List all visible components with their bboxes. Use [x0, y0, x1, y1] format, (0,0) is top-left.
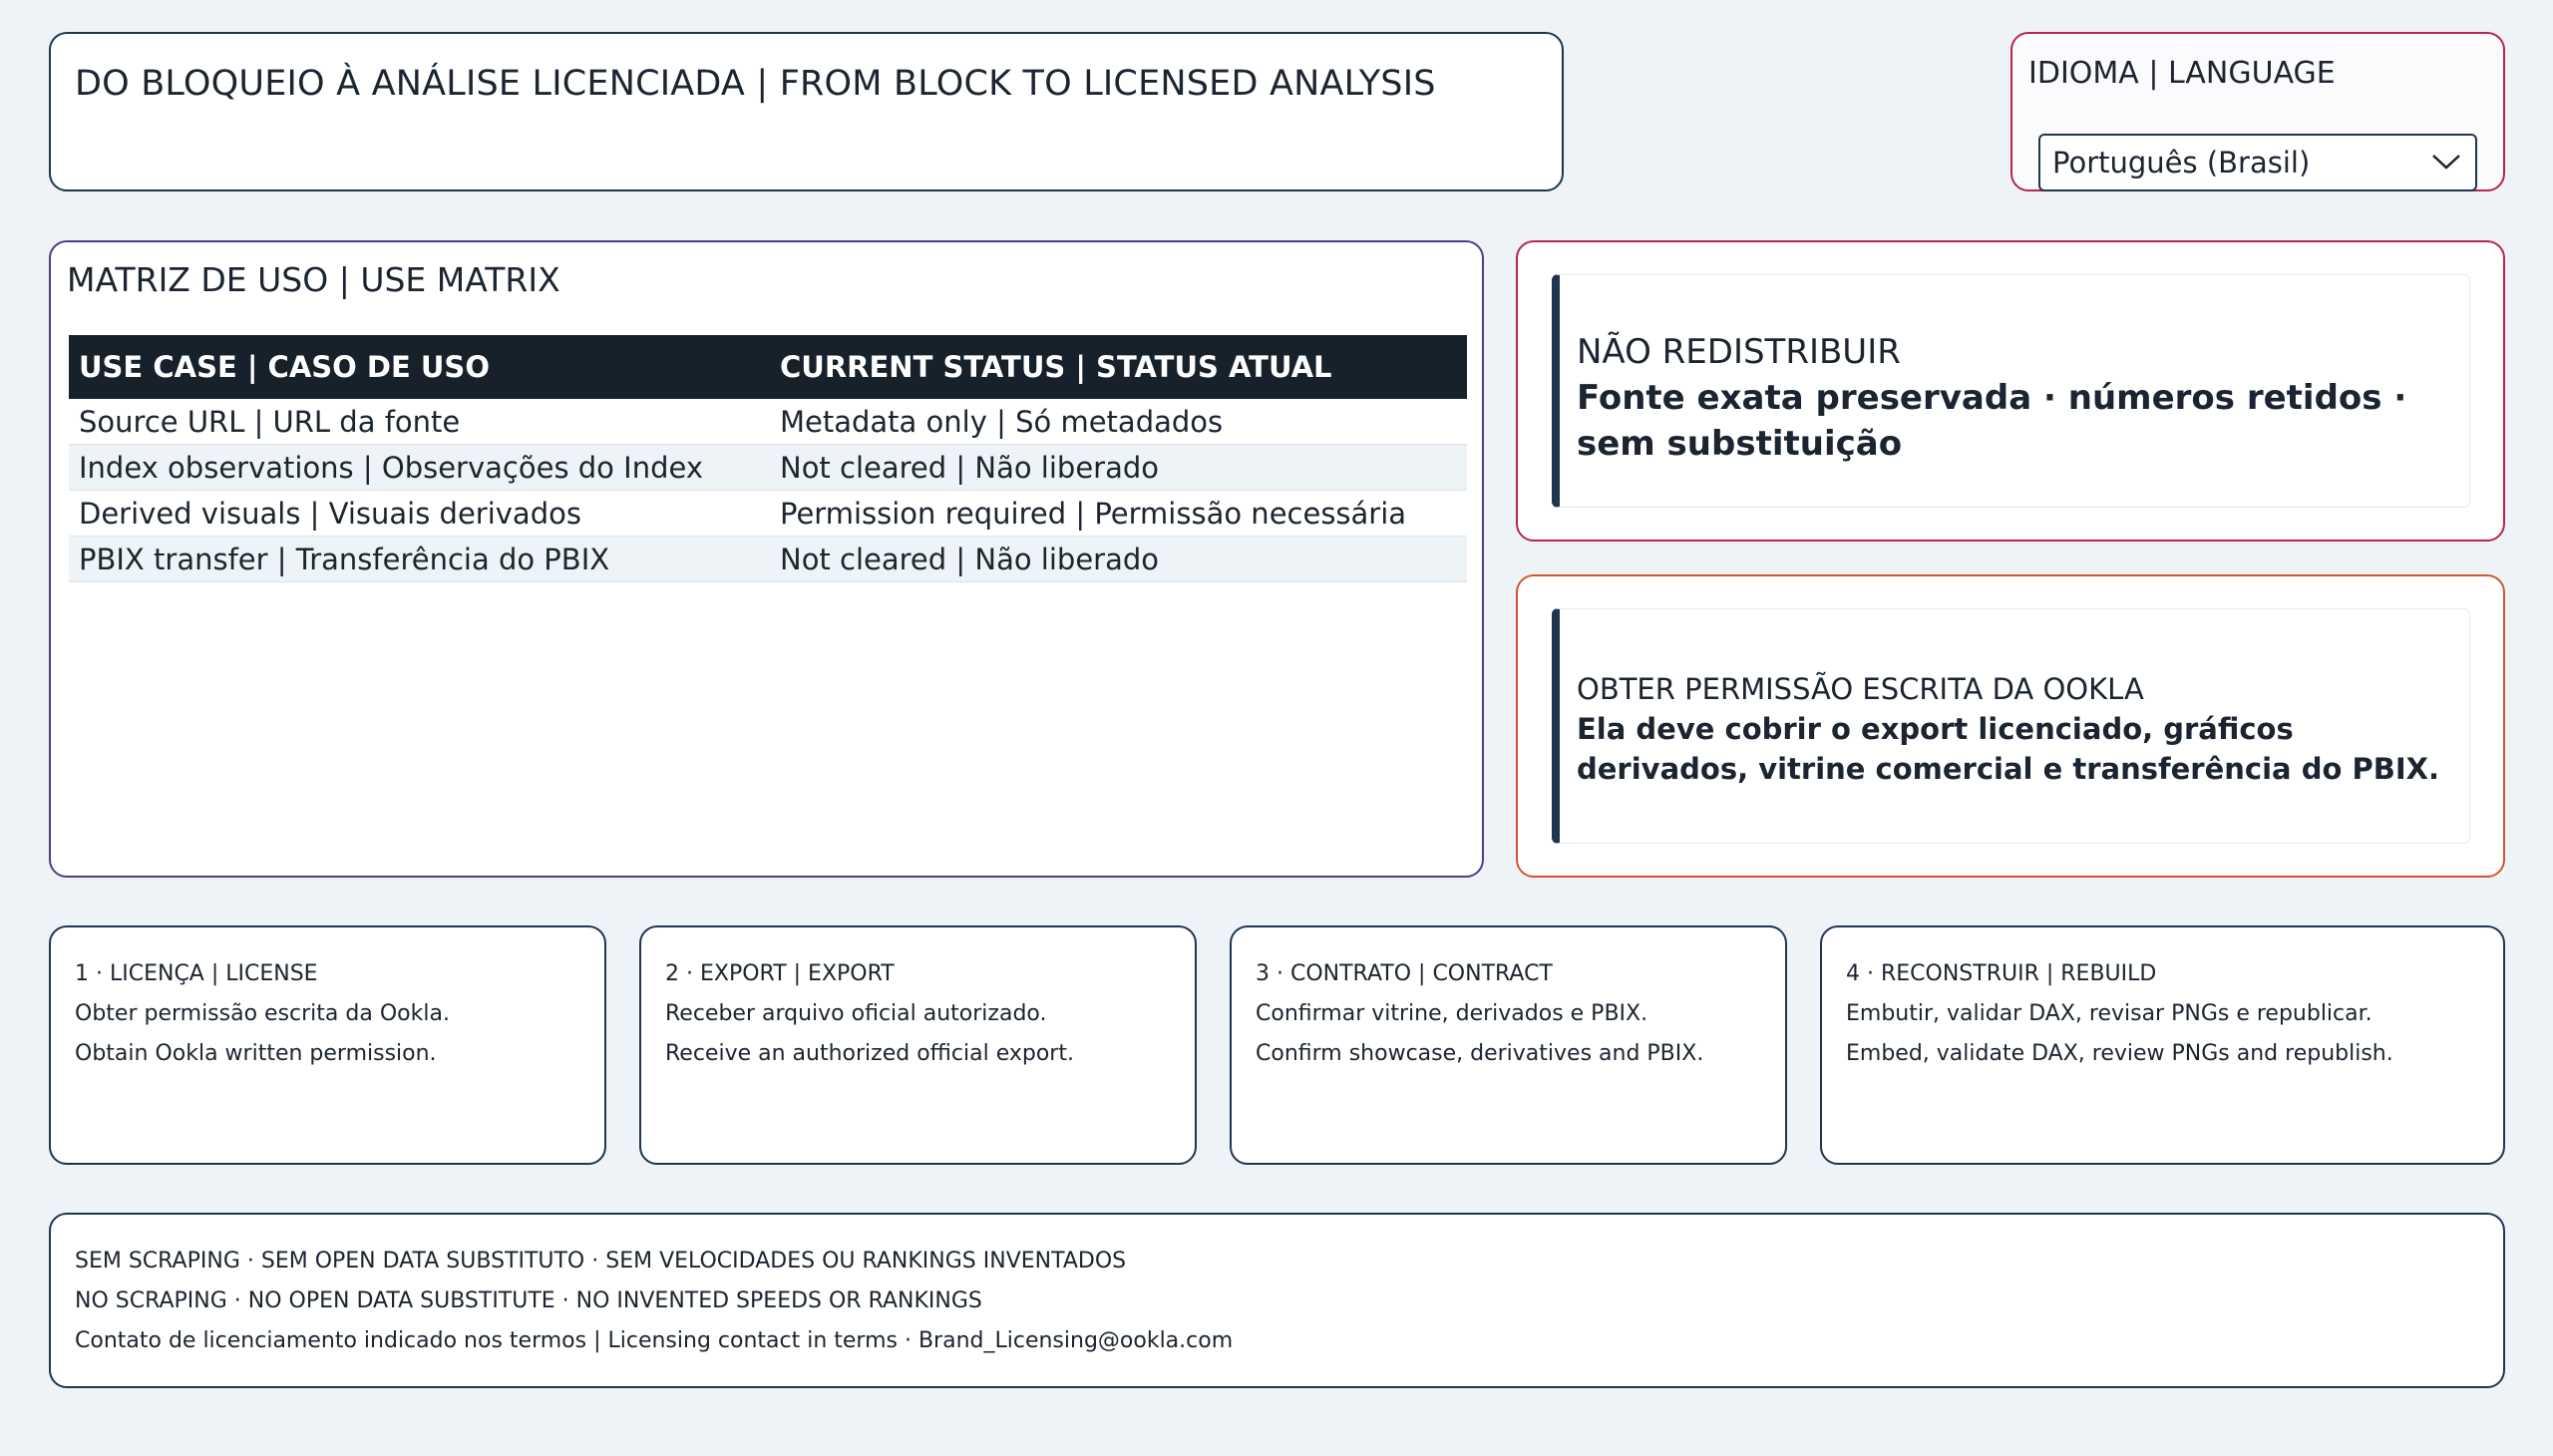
column-header-use-case: USE CASE | CASO DE USO	[69, 335, 770, 399]
notice-inner-panel: NÃO REDISTRIBUIR Fonte exata preservada …	[1552, 274, 2470, 508]
step-text-en: Receive an authorized official export.	[665, 1041, 1074, 1066]
table-row: Index observations | Observações do Inde…	[69, 444, 1467, 491]
step-text-en: Confirm showcase, derivatives and PBIX.	[1256, 1041, 1704, 1066]
status-cell: Permission required | Permissão necessár…	[770, 490, 1467, 537]
notice-body: Fonte exata preservada · números retidos…	[1577, 378, 2407, 464]
step-text-en: Obtain Ookla written permission.	[75, 1041, 437, 1066]
table-row: Derived visuals | Visuais derivados Perm…	[69, 490, 1467, 537]
title-card: DO BLOQUEIO À ANÁLISE LICENCIADA | FROM …	[49, 32, 1564, 191]
use-matrix-card: MATRIZ DE USO | USE MATRIX USE CASE | CA…	[49, 240, 1484, 878]
language-selected-value: Português (Brasil)	[2052, 146, 2311, 180]
use-case-cell: Derived visuals | Visuais derivados	[69, 490, 770, 537]
step-title: 1 · LICENÇA | LICENSE	[75, 961, 318, 986]
step-card-export: 2 · EXPORT | EXPORT Receber arquivo ofic…	[639, 925, 1197, 1165]
table-row: Source URL | URL da fonte Metadata only …	[69, 399, 1467, 445]
footer-line-pt: SEM SCRAPING · SEM OPEN DATA SUBSTITUTO …	[75, 1249, 1127, 1274]
footer-line-en: NO SCRAPING · NO OPEN DATA SUBSTITUTE · …	[75, 1288, 982, 1313]
step-text-pt: Receber arquivo oficial autorizado.	[665, 1001, 1047, 1026]
notice-heading: NÃO REDISTRIBUIR	[1577, 332, 1901, 372]
language-card: IDIOMA | LANGUAGE Português (Brasil)	[2010, 32, 2505, 191]
column-header-status: CURRENT STATUS | STATUS ATUAL	[770, 335, 1467, 399]
step-title: 3 · CONTRATO | CONTRACT	[1256, 961, 1553, 986]
permission-notice: OBTER PERMISSÃO ESCRITA DA OOKLA Ela dev…	[1516, 574, 2505, 878]
notice-body: Ela deve cobrir o export licenciado, grá…	[1577, 712, 2440, 786]
step-text-pt: Embutir, validar DAX, revisar PNGs e rep…	[1846, 1001, 2372, 1026]
use-case-cell: PBIX transfer | Transferência do PBIX	[69, 536, 770, 582]
step-title: 2 · EXPORT | EXPORT	[665, 961, 895, 986]
page-title: DO BLOQUEIO À ANÁLISE LICENCIADA | FROM …	[75, 64, 1436, 104]
table-header-row: USE CASE | CASO DE USO CURRENT STATUS | …	[69, 335, 1467, 399]
step-text-pt: Confirmar vitrine, derivados e PBIX.	[1256, 1001, 1648, 1026]
step-text-pt: Obter permissão escrita da Ookla.	[75, 1001, 450, 1026]
use-matrix-table: USE CASE | CASO DE USO CURRENT STATUS | …	[69, 335, 1467, 582]
table-row: PBIX transfer | Transferência do PBIX No…	[69, 536, 1467, 582]
step-text-en: Embed, validate DAX, review PNGs and rep…	[1846, 1041, 2393, 1066]
no-redistribute-notice: NÃO REDISTRIBUIR Fonte exata preservada …	[1516, 240, 2505, 542]
use-case-cell: Index observations | Observações do Inde…	[69, 444, 770, 491]
status-cell: Not cleared | Não liberado	[770, 444, 1467, 491]
step-card-license: 1 · LICENÇA | LICENSE Obter permissão es…	[49, 925, 606, 1165]
use-case-cell: Source URL | URL da fonte	[69, 399, 770, 445]
step-title: 4 · RECONSTRUIR | REBUILD	[1846, 961, 2157, 986]
footer-notes: SEM SCRAPING · SEM OPEN DATA SUBSTITUTO …	[49, 1213, 2505, 1388]
status-cell: Metadata only | Só metadados	[770, 399, 1467, 445]
status-cell: Not cleared | Não liberado	[770, 536, 1467, 582]
language-select[interactable]: Português (Brasil)	[2038, 134, 2477, 191]
use-matrix-title: MATRIZ DE USO | USE MATRIX	[67, 260, 560, 299]
chevron-down-icon	[2432, 155, 2460, 170]
footer-contact: Contato de licenciamento indicado nos te…	[75, 1328, 1234, 1353]
step-card-rebuild: 4 · RECONSTRUIR | REBUILD Embutir, valid…	[1820, 925, 2505, 1165]
notice-inner-panel: OBTER PERMISSÃO ESCRITA DA OOKLA Ela dev…	[1552, 608, 2470, 844]
step-card-contract: 3 · CONTRATO | CONTRACT Confirmar vitrin…	[1230, 925, 1787, 1165]
notice-heading: OBTER PERMISSÃO ESCRITA DA OOKLA	[1577, 672, 2144, 706]
language-label: IDIOMA | LANGUAGE	[2028, 56, 2336, 91]
